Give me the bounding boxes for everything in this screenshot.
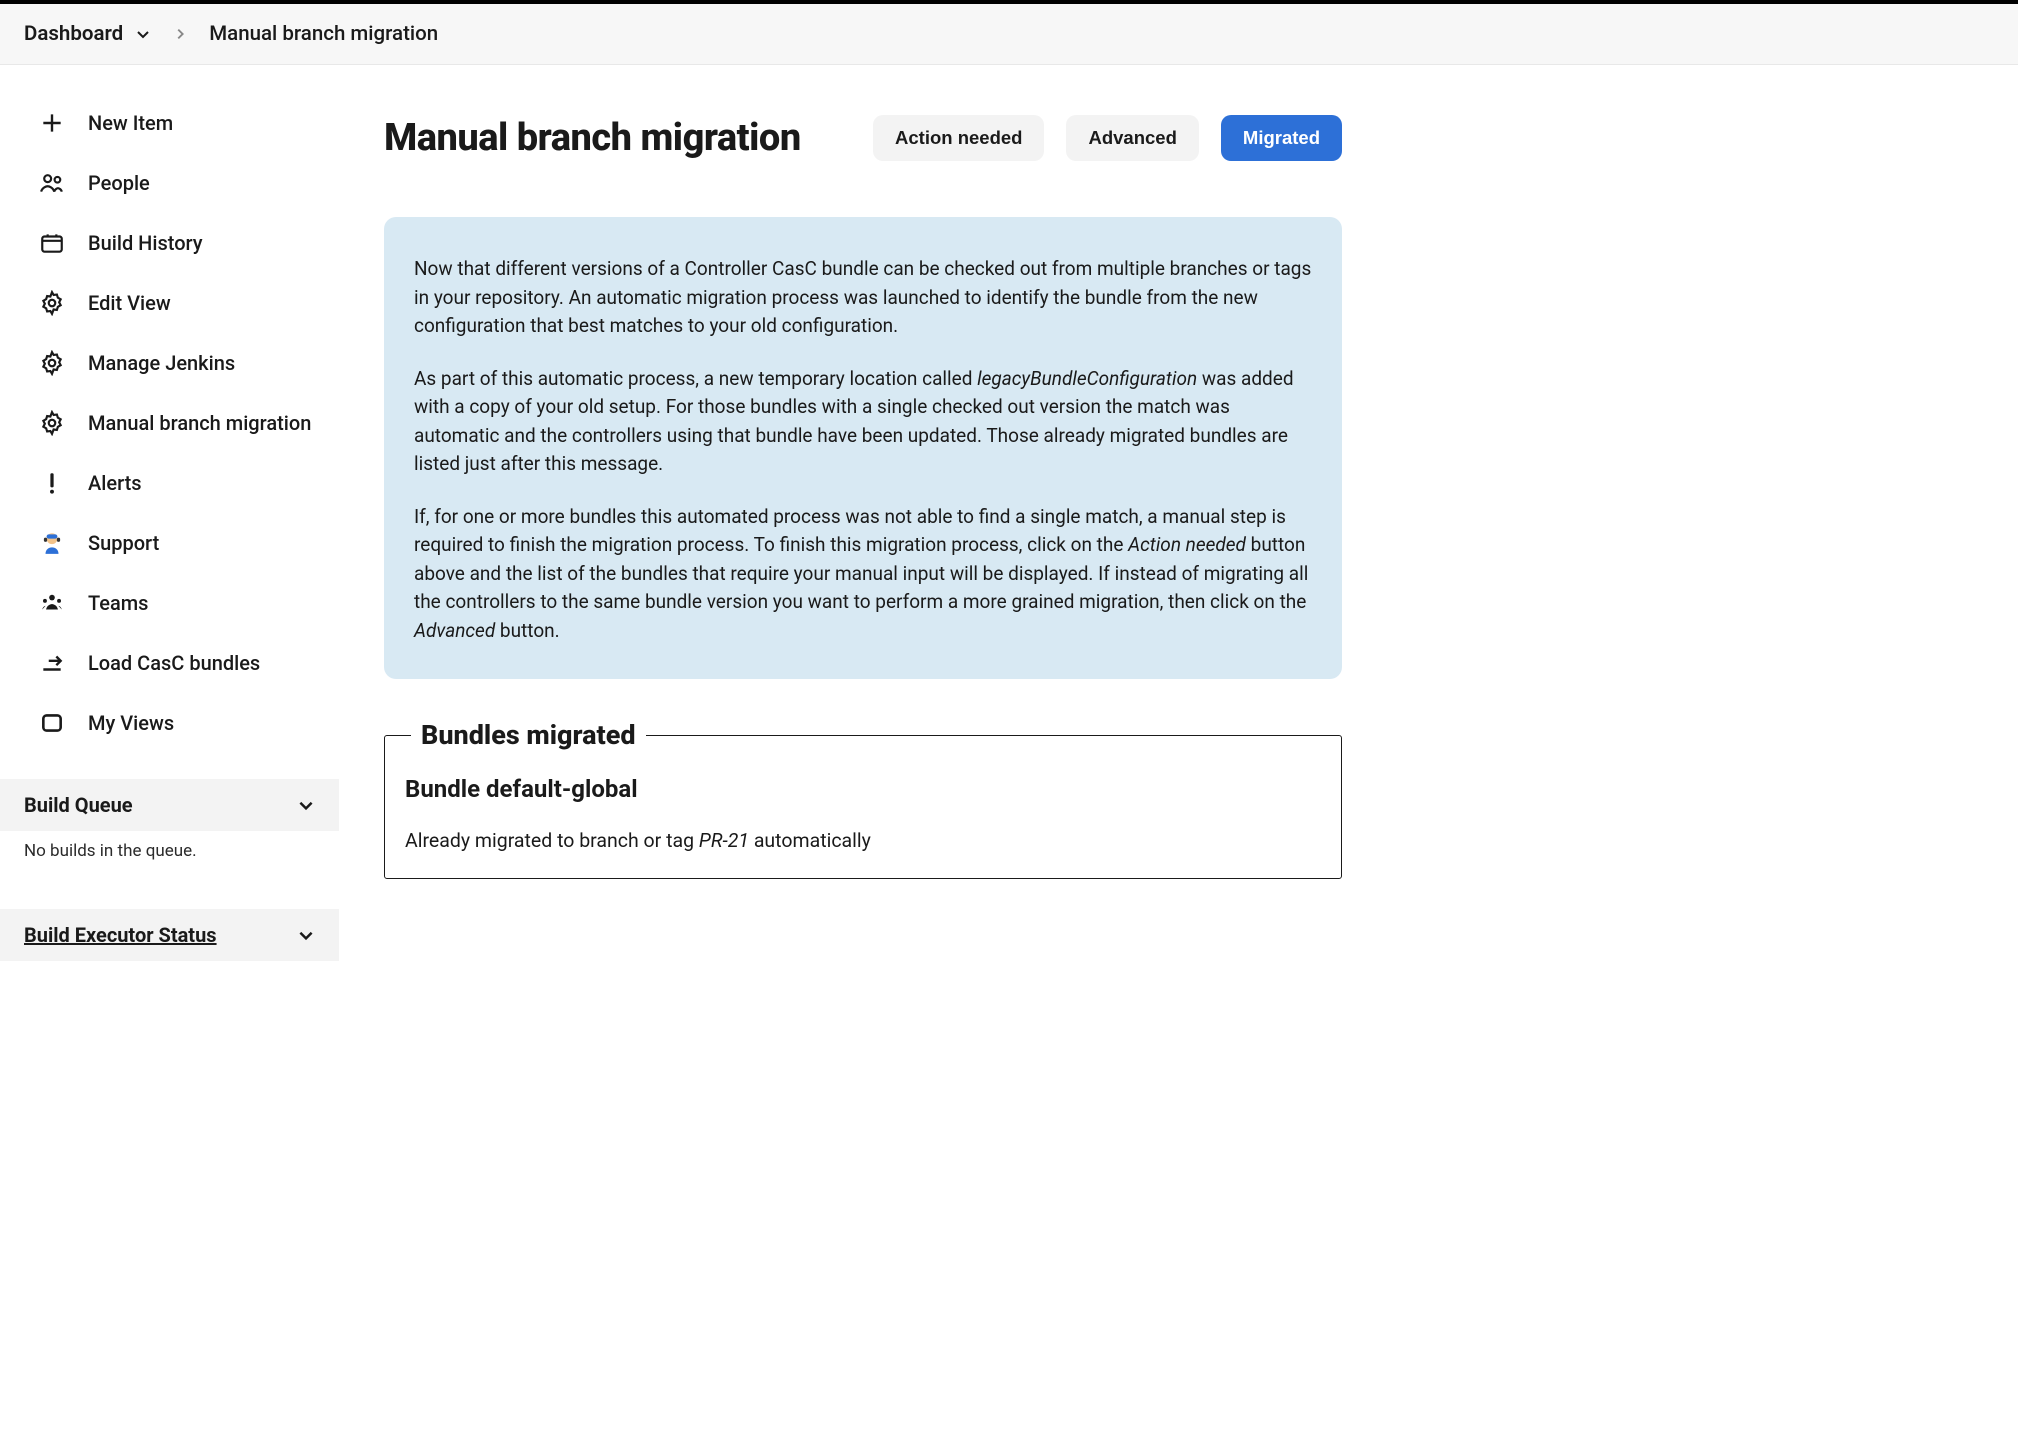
sidebar-item-edit-view[interactable]: Edit View [8,273,331,333]
sidebar-item-support[interactable]: Support [8,513,331,573]
page-title: Manual branch migration [384,116,801,160]
sidebar-item-my-views[interactable]: My Views [8,693,331,753]
tab-action-needed[interactable]: Action needed [873,115,1044,161]
sidebar-item-label: Support [88,531,159,555]
tab-migrated[interactable]: Migrated [1221,115,1342,161]
teams-icon [38,589,66,617]
history-icon [38,229,66,257]
build-executor-toggle[interactable]: Build Executor Status [0,909,339,961]
sidebar-item-label: Manual branch migration [88,411,311,435]
info-paragraph: Now that different versions of a Control… [414,255,1312,341]
build-queue-toggle[interactable]: Build Queue [0,779,339,831]
my-views-icon [38,709,66,737]
sidebar-item-new-item[interactable]: New Item [8,93,331,153]
build-queue-empty: No builds in the queue. [0,831,339,883]
sidebar-item-teams[interactable]: Teams [8,573,331,633]
sidebar-item-label: My Views [88,711,174,735]
breadcrumb-root-label: Dashboard [24,22,123,46]
sidebar-item-load-casc[interactable]: Load CasC bundles [8,633,331,693]
sidebar-item-manage-jenkins[interactable]: Manage Jenkins [8,333,331,393]
chevron-down-icon [135,26,151,42]
gear-icon [38,349,66,377]
bundle-status: Already migrated to branch or tag PR-21 … [405,829,1321,852]
build-queue-box: Build Queue No builds in the queue. [0,779,339,883]
sidebar-item-label: Load CasC bundles [88,651,260,675]
gear-icon [38,289,66,317]
sidebar-item-manual-branch-migration[interactable]: Manual branch migration [8,393,331,453]
breadcrumb: Dashboard Manual branch migration [0,4,2018,65]
chevron-right-icon [173,27,187,41]
sidebar-item-label: Teams [88,591,148,615]
info-paragraph: As part of this automatic process, a new… [414,365,1312,479]
bundle-title: Bundle default-global [405,775,1321,803]
sidebar-item-label: Edit View [88,291,171,315]
main-content: Manual branch migration Action needed Ad… [340,65,1390,961]
plus-icon [38,109,66,137]
sidebar-item-label: Manage Jenkins [88,351,235,375]
gear-icon [38,409,66,437]
build-queue-title: Build Queue [24,793,133,817]
bundles-migrated-legend: Bundles migrated [411,719,646,751]
build-executor-title: Build Executor Status [24,923,217,947]
sidebar-item-label: People [88,171,150,195]
tab-row: Action needed Advanced Migrated [873,115,1342,161]
chevron-down-icon [297,796,315,814]
sidebar-item-label: Build History [88,231,203,255]
people-icon [38,169,66,197]
info-panel: Now that different versions of a Control… [384,217,1342,679]
sidebar: New Item People Build History Edit View [0,65,340,961]
alert-icon [38,469,66,497]
bundles-migrated-section: Bundles migrated Bundle default-global A… [384,719,1342,879]
sidebar-item-label: Alerts [88,471,142,495]
build-executor-box: Build Executor Status [0,909,339,961]
info-paragraph: If, for one or more bundles this automat… [414,503,1312,646]
chevron-down-icon [297,926,315,944]
tab-advanced[interactable]: Advanced [1066,115,1198,161]
sidebar-item-build-history[interactable]: Build History [8,213,331,273]
support-icon [38,529,66,557]
sidebar-item-people[interactable]: People [8,153,331,213]
breadcrumb-current: Manual branch migration [209,22,438,46]
load-icon [38,649,66,677]
breadcrumb-root[interactable]: Dashboard [24,22,151,46]
sidebar-item-label: New Item [88,111,173,135]
sidebar-item-alerts[interactable]: Alerts [8,453,331,513]
